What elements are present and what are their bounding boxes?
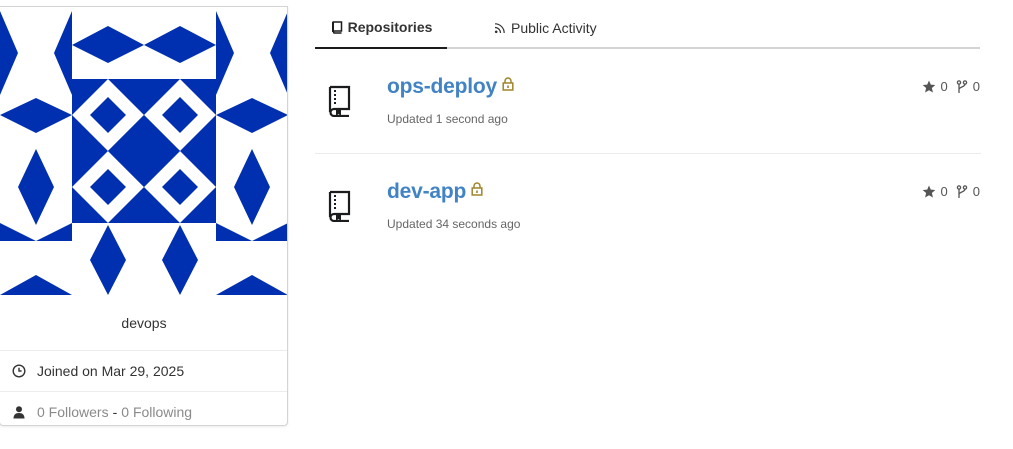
star-count: 0 [940,79,948,94]
repo-name-link[interactable]: ops-deploy [387,75,514,99]
tab-repositories-label: Repositories [347,19,433,35]
star-icon [922,185,936,198]
follow-row: 0 Followers - 0 Following [0,391,287,425]
repo-stats: 0 0 [922,184,980,199]
lock-icon [502,73,514,97]
repo-book-icon [327,190,353,223]
followers-link[interactable]: 0 Followers [37,404,109,420]
repo-name: ops-deploy [387,75,498,98]
repo-item: dev-app Updated 34 seconds ago 0 0 [315,154,981,259]
profile-tabs: Repositories Public Activity [315,7,980,49]
repo-book-icon [327,85,353,118]
follow-separator: - [112,404,118,420]
repo-item: ops-deploy Updated 1 second ago 0 0 [315,49,981,154]
tab-public-activity-label: Public Activity [511,20,597,36]
lock-icon [471,178,483,202]
fork-icon [956,184,968,199]
rss-icon [493,21,507,35]
fork-icon [956,79,968,94]
joined-row: Joined on Mar 29, 2025 [0,350,287,391]
profile-card: devops Joined on Mar 29, 2025 0 Follower… [0,6,288,426]
book-icon [330,20,344,34]
following-link[interactable]: 0 Following [121,404,192,420]
clock-icon [11,363,27,379]
fork-count: 0 [972,79,980,94]
fork-count: 0 [972,184,980,199]
user-icon [11,404,27,420]
tab-repositories[interactable]: Repositories [315,7,447,49]
repo-name: dev-app [387,180,467,203]
star-icon [922,80,936,93]
avatar [0,7,287,295]
repo-stats: 0 0 [922,79,980,94]
star-count: 0 [940,184,948,199]
profile-username: devops [121,314,167,331]
repo-updated: Updated 34 seconds ago [387,217,521,231]
joined-text: Joined on Mar 29, 2025 [37,363,185,379]
repo-name-link[interactable]: dev-app [387,180,483,204]
repo-updated: Updated 1 second ago [387,112,508,126]
tab-public-activity[interactable]: Public Activity [493,7,597,49]
